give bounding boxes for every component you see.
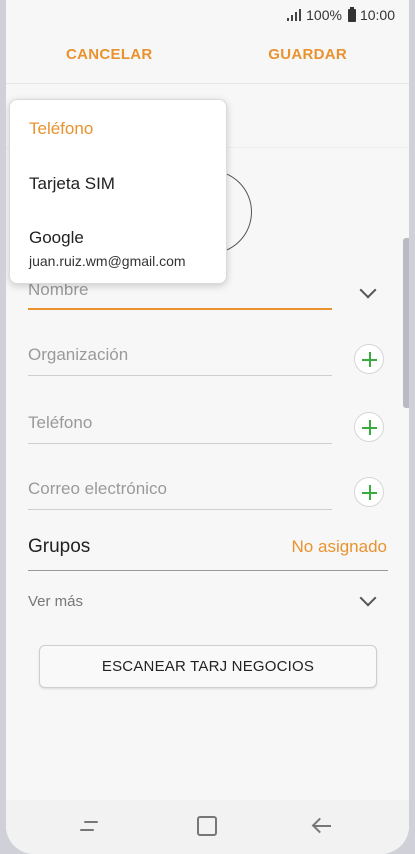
add-email-button[interactable] bbox=[354, 477, 384, 507]
storage-option-sim[interactable]: Tarjeta SIM bbox=[29, 174, 115, 194]
add-organization-button[interactable] bbox=[354, 344, 384, 374]
edge-panel-handle[interactable] bbox=[403, 238, 409, 408]
battery-icon bbox=[347, 6, 356, 22]
navigation-bar bbox=[6, 800, 409, 854]
phone-screen: 100% 10:00 CANCELAR GUARDAR Teléfono Tar… bbox=[6, 0, 409, 854]
storage-option-phone[interactable]: Teléfono bbox=[29, 119, 93, 139]
storage-dropdown: Teléfono Tarjeta SIM Google juan.ruiz.wm… bbox=[9, 99, 227, 284]
google-account-email: juan.ruiz.wm@gmail.com bbox=[29, 253, 186, 269]
name-field[interactable]: Nombre bbox=[28, 280, 332, 310]
show-more-label[interactable]: Ver más bbox=[28, 593, 83, 610]
cancel-button[interactable]: CANCELAR bbox=[66, 46, 153, 63]
email-placeholder: Correo electrónico bbox=[28, 479, 167, 498]
phone-underline bbox=[28, 443, 332, 444]
clock: 10:00 bbox=[359, 7, 395, 23]
email-underline bbox=[28, 509, 332, 510]
chevron-down-icon[interactable] bbox=[359, 281, 377, 299]
signal-icon bbox=[287, 9, 302, 21]
organization-placeholder: Organización bbox=[28, 345, 129, 364]
save-button[interactable]: GUARDAR bbox=[268, 46, 347, 63]
organization-field[interactable]: Organización bbox=[28, 345, 332, 377]
groups-divider bbox=[28, 570, 388, 571]
phone-field[interactable]: Teléfono bbox=[28, 413, 332, 445]
home-icon[interactable] bbox=[197, 816, 217, 836]
status-bar: 100% 10:00 bbox=[6, 0, 409, 32]
recent-apps-icon[interactable] bbox=[80, 816, 100, 836]
back-icon[interactable] bbox=[311, 816, 333, 836]
chevron-down-icon[interactable] bbox=[359, 589, 377, 607]
groups-value[interactable]: No asignado bbox=[292, 537, 387, 557]
battery-percent: 100% bbox=[306, 7, 342, 23]
email-field[interactable]: Correo electrónico bbox=[28, 479, 332, 511]
toolbar: CANCELAR GUARDAR bbox=[6, 32, 409, 84]
phone-placeholder: Teléfono bbox=[28, 413, 93, 432]
storage-option-google[interactable]: Google bbox=[29, 228, 84, 248]
groups-label[interactable]: Grupos bbox=[28, 536, 90, 558]
scan-business-card-button[interactable]: ESCANEAR TARJ NEGOCIOS bbox=[39, 645, 377, 688]
organization-underline bbox=[28, 375, 332, 376]
name-underline bbox=[28, 308, 332, 310]
add-phone-button[interactable] bbox=[354, 412, 384, 442]
status-indicators: 100% 10:00 bbox=[287, 6, 395, 23]
